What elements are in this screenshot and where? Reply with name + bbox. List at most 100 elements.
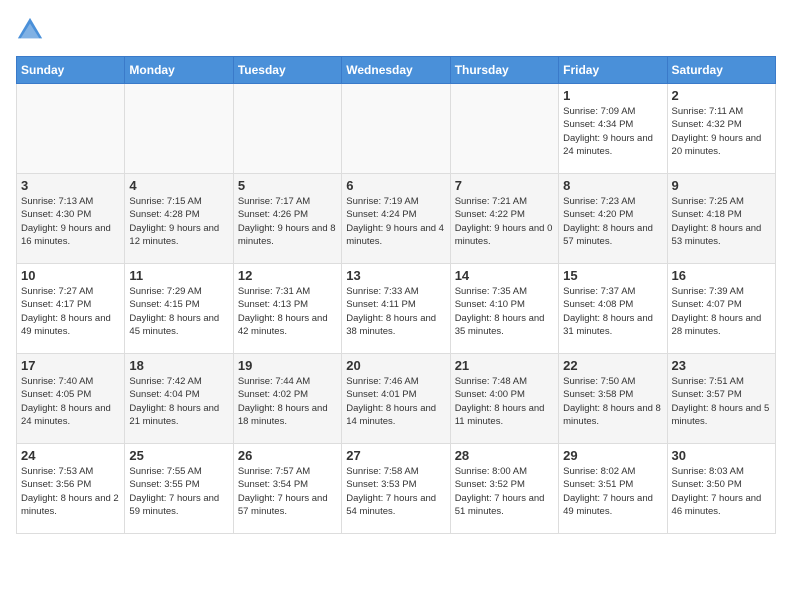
day-info: Sunrise: 8:02 AMSunset: 3:51 PMDaylight:… [563,465,662,518]
column-header-wednesday: Wednesday [342,57,450,84]
day-info: Sunrise: 7:15 AMSunset: 4:28 PMDaylight:… [129,195,228,248]
column-header-tuesday: Tuesday [233,57,341,84]
calendar-day-cell: 23Sunrise: 7:51 AMSunset: 3:57 PMDayligh… [667,354,775,444]
calendar-day-cell: 12 Sunrise: 7:31 AMSunset: 4:13 PMDayligh… [233,264,341,354]
day-info: Sunrise: 7:46 AMSunset: 4:01 PMDaylight:… [346,375,445,428]
day-number: 12 [238,268,337,283]
day-number: 11 [129,268,228,283]
calendar-day-cell: 17 Sunrise: 7:40 AMSunset: 4:05 PMDayligh… [17,354,125,444]
day-info: Sunrise: 7:11 AMSunset: 4:32 PMDaylight:… [672,105,771,158]
day-number: 22 [563,358,662,373]
calendar-day-cell [450,84,558,174]
calendar-day-cell: 7 Sunrise: 7:21 AMSunset: 4:22 PMDaylight… [450,174,558,264]
day-info: Sunrise: 7:37 AMSunset: 4:08 PMDaylight:… [563,285,662,338]
day-info: Sunrise: 7:53 AMSunset: 3:56 PMDaylight:… [21,465,120,518]
day-info: Sunrise: 7:09 AMSunset: 4:34 PMDaylight:… [563,105,662,158]
column-header-monday: Monday [125,57,233,84]
day-info: Sunrise: 7:17 AMSunset: 4:26 PMDaylight:… [238,195,337,248]
calendar-week-row: 17 Sunrise: 7:40 AMSunset: 4:05 PMDayligh… [17,354,776,444]
day-number: 18 [129,358,228,373]
calendar-day-cell: 5 Sunrise: 7:17 AMSunset: 4:26 PMDaylight… [233,174,341,264]
calendar-day-cell: 1 Sunrise: 7:09 AMSunset: 4:34 PMDaylight… [559,84,667,174]
day-number: 3 [21,178,120,193]
day-number: 9 [672,178,771,193]
day-number: 26 [238,448,337,463]
day-number: 16 [672,268,771,283]
day-number: 13 [346,268,445,283]
day-info: Sunrise: 7:25 AMSunset: 4:18 PMDaylight:… [672,195,771,248]
calendar-week-row: 24 Sunrise: 7:53 AMSunset: 3:56 PMDayligh… [17,444,776,534]
day-info: Sunrise: 7:13 AMSunset: 4:30 PMDaylight:… [21,195,120,248]
day-number: 27 [346,448,445,463]
day-info: Sunrise: 7:48 AMSunset: 4:00 PMDaylight:… [455,375,554,428]
day-number: 2 [672,88,771,103]
column-header-friday: Friday [559,57,667,84]
day-info: Sunrise: 7:31 AMSunset: 4:13 PMDaylight:… [238,285,337,338]
day-number: 7 [455,178,554,193]
calendar-day-cell: 18Sunrise: 7:42 AMSunset: 4:04 PMDayligh… [125,354,233,444]
day-number: 28 [455,448,554,463]
day-info: Sunrise: 7:21 AMSunset: 4:22 PMDaylight:… [455,195,554,248]
day-number: 4 [129,178,228,193]
calendar-day-cell: 26 Sunrise: 7:57 AMSunset: 3:54 PMDayligh… [233,444,341,534]
day-number: 14 [455,268,554,283]
calendar-day-cell [17,84,125,174]
calendar-day-cell: 24 Sunrise: 7:53 AMSunset: 3:56 PMDayligh… [17,444,125,534]
day-info: Sunrise: 7:40 AMSunset: 4:05 PMDaylight:… [21,375,120,428]
day-number: 20 [346,358,445,373]
calendar-day-cell: 19 Sunrise: 7:44 AMSunset: 4:02 PMDayligh… [233,354,341,444]
calendar-day-cell: 30 Sunrise: 8:03 AMSunset: 3:50 PMDayligh… [667,444,775,534]
column-header-sunday: Sunday [17,57,125,84]
day-info: Sunrise: 7:55 AMSunset: 3:55 PMDaylight:… [129,465,228,518]
day-number: 24 [21,448,120,463]
calendar-day-cell: 28 Sunrise: 8:00 AMSunset: 3:52 PMDayligh… [450,444,558,534]
calendar-day-cell: 3 Sunrise: 7:13 AMSunset: 4:30 PMDaylight… [17,174,125,264]
calendar-day-cell: 29 Sunrise: 8:02 AMSunset: 3:51 PMDayligh… [559,444,667,534]
day-number: 25 [129,448,228,463]
day-info: Sunrise: 7:44 AMSunset: 4:02 PMDaylight:… [238,375,337,428]
calendar-week-row: 10 Sunrise: 7:27 AMSunset: 4:17 PMDayligh… [17,264,776,354]
day-number: 29 [563,448,662,463]
day-number: 10 [21,268,120,283]
calendar-week-row: 1 Sunrise: 7:09 AMSunset: 4:34 PMDaylight… [17,84,776,174]
day-info: Sunrise: 7:51 AMSunset: 3:57 PMDaylight:… [672,375,771,428]
calendar-day-cell: 2 Sunrise: 7:11 AMSunset: 4:32 PMDaylight… [667,84,775,174]
day-info: Sunrise: 7:29 AMSunset: 4:15 PMDaylight:… [129,285,228,338]
day-number: 30 [672,448,771,463]
calendar-day-cell: 9 Sunrise: 7:25 AMSunset: 4:18 PMDaylight… [667,174,775,264]
calendar-day-cell: 14 Sunrise: 7:35 AMSunset: 4:10 PMDayligh… [450,264,558,354]
calendar-day-cell [125,84,233,174]
calendar-day-cell: 10 Sunrise: 7:27 AMSunset: 4:17 PMDayligh… [17,264,125,354]
day-number: 21 [455,358,554,373]
day-info: Sunrise: 7:57 AMSunset: 3:54 PMDaylight:… [238,465,337,518]
day-number: 5 [238,178,337,193]
calendar-day-cell: 8 Sunrise: 7:23 AMSunset: 4:20 PMDaylight… [559,174,667,264]
column-header-saturday: Saturday [667,57,775,84]
day-info: Sunrise: 8:00 AMSunset: 3:52 PMDaylight:… [455,465,554,518]
calendar-table: SundayMondayTuesdayWednesdayThursdayFrid… [16,56,776,534]
day-number: 1 [563,88,662,103]
day-info: Sunrise: 7:27 AMSunset: 4:17 PMDaylight:… [21,285,120,338]
calendar-day-cell: 6Sunrise: 7:19 AMSunset: 4:24 PMDaylight… [342,174,450,264]
day-info: Sunrise: 7:23 AMSunset: 4:20 PMDaylight:… [563,195,662,248]
column-header-thursday: Thursday [450,57,558,84]
day-number: 19 [238,358,337,373]
calendar-day-cell: 15 Sunrise: 7:37 AMSunset: 4:08 PMDayligh… [559,264,667,354]
calendar-week-row: 3 Sunrise: 7:13 AMSunset: 4:30 PMDaylight… [17,174,776,264]
day-number: 8 [563,178,662,193]
calendar-day-cell: 25 Sunrise: 7:55 AMSunset: 3:55 PMDayligh… [125,444,233,534]
calendar-day-cell [233,84,341,174]
day-info: Sunrise: 7:35 AMSunset: 4:10 PMDaylight:… [455,285,554,338]
calendar-day-cell: 11 Sunrise: 7:29 AMSunset: 4:15 PMDayligh… [125,264,233,354]
day-number: 15 [563,268,662,283]
page-header [16,16,776,44]
calendar-day-cell: 22Sunrise: 7:50 AMSunset: 3:58 PMDayligh… [559,354,667,444]
day-number: 6 [346,178,445,193]
day-info: Sunrise: 8:03 AMSunset: 3:50 PMDaylight:… [672,465,771,518]
calendar-day-cell: 20 Sunrise: 7:46 AMSunset: 4:01 PMDayligh… [342,354,450,444]
day-number: 17 [21,358,120,373]
logo [16,16,48,44]
calendar-day-cell: 21 Sunrise: 7:48 AMSunset: 4:00 PMDayligh… [450,354,558,444]
day-info: Sunrise: 7:33 AMSunset: 4:11 PMDaylight:… [346,285,445,338]
calendar-day-cell: 27Sunrise: 7:58 AMSunset: 3:53 PMDayligh… [342,444,450,534]
